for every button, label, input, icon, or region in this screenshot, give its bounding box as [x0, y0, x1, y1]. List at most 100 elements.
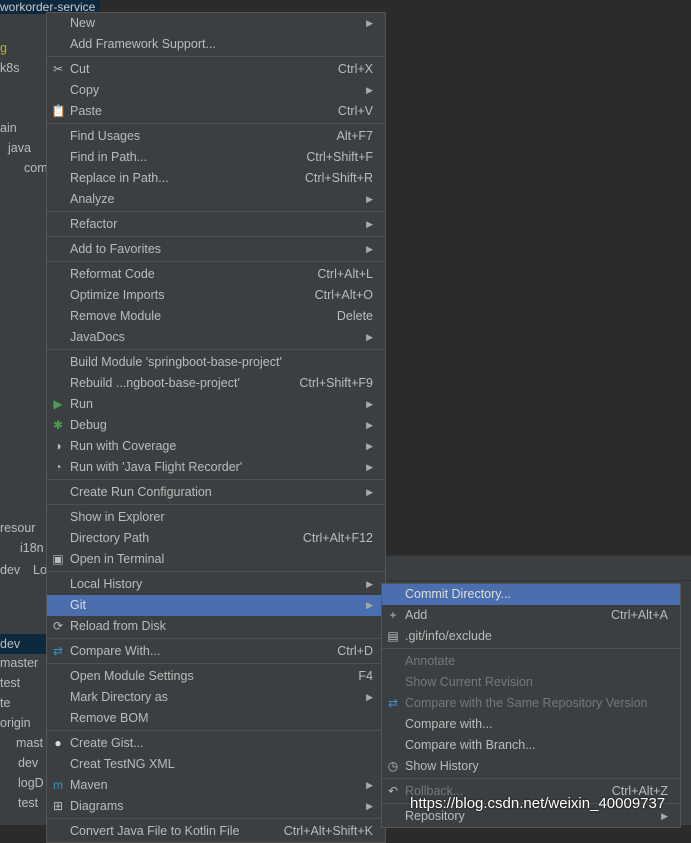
menu-item-show-in-explorer[interactable]: Show in Explorer	[47, 507, 385, 528]
menu-item-mark-directory-as[interactable]: Mark Directory as ▶	[47, 687, 385, 708]
context-menu: New ▶ Add Framework Support... ✂ Cut Ctrl+X Co…	[46, 12, 386, 843]
menu-item-open-in-terminal[interactable]: ▣ Open in Terminal	[47, 549, 385, 570]
menu-item-directory-path[interactable]: Directory Path Ctrl+Alt+F12	[47, 528, 385, 549]
menu-item-label: Compare with Branch...	[405, 738, 536, 752]
tree-node[interactable]: resour	[0, 521, 35, 535]
coverage-icon: ◑	[54, 439, 62, 453]
menu-item-run[interactable]: ▶ Run ▶	[47, 394, 385, 415]
shortcut: Ctrl+Alt+O	[314, 288, 373, 302]
tree-node[interactable]: g	[0, 41, 7, 55]
menu-item-creat-testng-xml[interactable]: Creat TestNG XML	[47, 754, 385, 775]
menu-item-debug[interactable]: ✱ Debug ▶	[47, 415, 385, 436]
menu-item-label: Compare with the Same Repository Version	[405, 696, 648, 710]
menu-item-annotate[interactable]: Annotate	[382, 651, 680, 672]
menu-item-add-to-favorites[interactable]: Add to Favorites ▶	[47, 239, 385, 260]
menu-item-label: Local History	[70, 577, 143, 591]
menu-item-git[interactable]: Git ▶	[47, 595, 385, 616]
maven-icon: m	[53, 778, 63, 792]
menu-item-compare-with-the-same-repository-version[interactable]: ⇄ Compare with the Same Repository Versio…	[382, 693, 680, 714]
menu-item-paste[interactable]: 📋 Paste Ctrl+V	[47, 101, 385, 122]
menu-item-label: Diagrams	[70, 799, 124, 813]
menu-item-label: Paste	[70, 104, 102, 118]
debug-icon: ✱	[52, 418, 64, 432]
submenu-arrow-icon: ▶	[366, 244, 373, 254]
menu-item-reformat-code[interactable]: Reformat Code Ctrl+Alt+L	[47, 264, 385, 285]
menu-item-label: Reload from Disk	[70, 619, 166, 633]
branch-item[interactable]: dev	[18, 756, 38, 770]
branch-item[interactable]: test	[18, 796, 38, 810]
menu-item-convert-java-file-to-kotlin-file[interactable]: Convert Java File to Kotlin File Ctrl+Alt…	[47, 821, 385, 842]
shortcut: Delete	[336, 309, 373, 323]
branch-item[interactable]: test	[0, 676, 20, 690]
menu-item-cut[interactable]: ✂ Cut Ctrl+X	[47, 59, 385, 80]
shortcut: Ctrl+Alt+Shift+K	[283, 824, 373, 838]
menu-item-add-framework-support[interactable]: Add Framework Support...	[47, 34, 385, 55]
menu-item-rebuild-ngboot-base-project[interactable]: Rebuild ...ngboot-base-project' Ctrl+Shif…	[47, 373, 385, 394]
tree-node[interactable]: dev	[0, 563, 20, 577]
menu-item-local-history[interactable]: Local History ▶	[47, 574, 385, 595]
watermark: https://blog.csdn.net/weixin_40009737	[410, 795, 666, 812]
menu-item-label: Commit Directory...	[405, 587, 512, 601]
menu-item-optimize-imports[interactable]: Optimize Imports Ctrl+Alt+O	[47, 285, 385, 306]
menu-item-create-gist[interactable]: ● Create Gist...	[47, 733, 385, 754]
menu-item-compare-with[interactable]: Compare with...	[382, 714, 680, 735]
submenu-arrow-icon: ▶	[366, 441, 373, 451]
menu-item-add[interactable]: + Add Ctrl+Alt+A	[382, 605, 680, 626]
submenu-arrow-icon: ▶	[366, 801, 373, 811]
menu-item-label: Optimize Imports	[70, 288, 165, 302]
branch-item[interactable]: te	[0, 696, 10, 710]
shortcut: Ctrl+Alt+A	[611, 608, 668, 622]
rollback-icon: ↶	[387, 784, 399, 798]
menu-item-show-history[interactable]: ◷ Show History	[382, 756, 680, 777]
menu-item-run-with-java-flight-recorder[interactable]: ◔ Run with 'Java Flight Recorder' ▶	[47, 457, 385, 478]
shortcut: Ctrl+X	[337, 62, 373, 76]
tree-node[interactable]: i18n	[20, 541, 44, 555]
menu-item-label: Git	[70, 598, 86, 612]
menu-item-copy[interactable]: Copy ▶	[47, 80, 385, 101]
menu-item-replace-in-path[interactable]: Replace in Path... Ctrl+Shift+R	[47, 168, 385, 189]
branch-item[interactable]: master	[0, 656, 38, 670]
tree-node[interactable]: com	[24, 161, 48, 175]
git-submenu: Commit Directory... + Add Ctrl+Alt+A ▤ .git/i…	[381, 583, 681, 828]
menu-item-reload-from-disk[interactable]: ⟳ Reload from Disk	[47, 616, 385, 637]
branch-item[interactable]: mast	[16, 736, 43, 750]
menu-item-run-with-coverage[interactable]: ◑ Run with Coverage ▶	[47, 436, 385, 457]
menu-item-label: Compare with...	[405, 717, 493, 731]
menu-item-find-in-path[interactable]: Find in Path... Ctrl+Shift+F	[47, 147, 385, 168]
branch-item[interactable]: dev	[0, 634, 46, 654]
menu-item-compare-with-branch[interactable]: Compare with Branch...	[382, 735, 680, 756]
clipboard-icon: 📋	[51, 104, 66, 118]
menu-item-build-module-springboot-base-project[interactable]: Build Module 'springboot-base-project'	[47, 352, 385, 373]
menu-item-open-module-settings[interactable]: Open Module Settings F4	[47, 666, 385, 687]
menu-item-remove-module[interactable]: Remove Module Delete	[47, 306, 385, 327]
menu-item-label: Rebuild ...ngboot-base-project'	[70, 376, 240, 390]
menu-item-label: Run with Coverage	[70, 439, 177, 453]
menu-item-label: Run with 'Java Flight Recorder'	[70, 460, 243, 474]
branch-item[interactable]: origin	[0, 716, 31, 730]
menu-item-label: Convert Java File to Kotlin File	[70, 824, 240, 838]
menu-item-create-run-configuration[interactable]: Create Run Configuration ▶	[47, 482, 385, 503]
menu-item-refactor[interactable]: Refactor ▶	[47, 214, 385, 235]
menu-item-show-current-revision[interactable]: Show Current Revision	[382, 672, 680, 693]
menu-item-new[interactable]: New ▶	[47, 13, 385, 34]
tree-node[interactable]: ain	[0, 121, 17, 135]
menu-item-label: New	[70, 16, 96, 30]
branch-item[interactable]: logD	[18, 776, 44, 790]
tree-node[interactable]: java	[8, 141, 31, 155]
menu-item-analyze[interactable]: Analyze ▶	[47, 189, 385, 210]
menu-item-git-info-exclude[interactable]: ▤ .git/info/exclude	[382, 626, 680, 647]
diagram-icon: ⊞	[52, 799, 64, 813]
shortcut: Ctrl+Shift+F	[306, 150, 373, 164]
menu-item-maven[interactable]: m Maven ▶	[47, 775, 385, 796]
compare-icon: ⇄	[52, 644, 64, 658]
menu-item-javadocs[interactable]: JavaDocs ▶	[47, 327, 385, 348]
menu-item-commit-directory[interactable]: Commit Directory...	[382, 584, 680, 605]
menu-item-label: Show Current Revision	[405, 675, 533, 689]
menu-item-remove-bom[interactable]: Remove BOM	[47, 708, 385, 729]
menu-item-diagrams[interactable]: ⊞ Diagrams ▶	[47, 796, 385, 817]
menu-item-find-usages[interactable]: Find Usages Alt+F7	[47, 126, 385, 147]
menu-item-label: Add	[405, 608, 428, 622]
tree-node[interactable]: k8s	[0, 61, 19, 75]
tree-node[interactable]: Lo	[33, 563, 47, 577]
menu-item-compare-with[interactable]: ⇄ Compare With... Ctrl+D	[47, 641, 385, 662]
